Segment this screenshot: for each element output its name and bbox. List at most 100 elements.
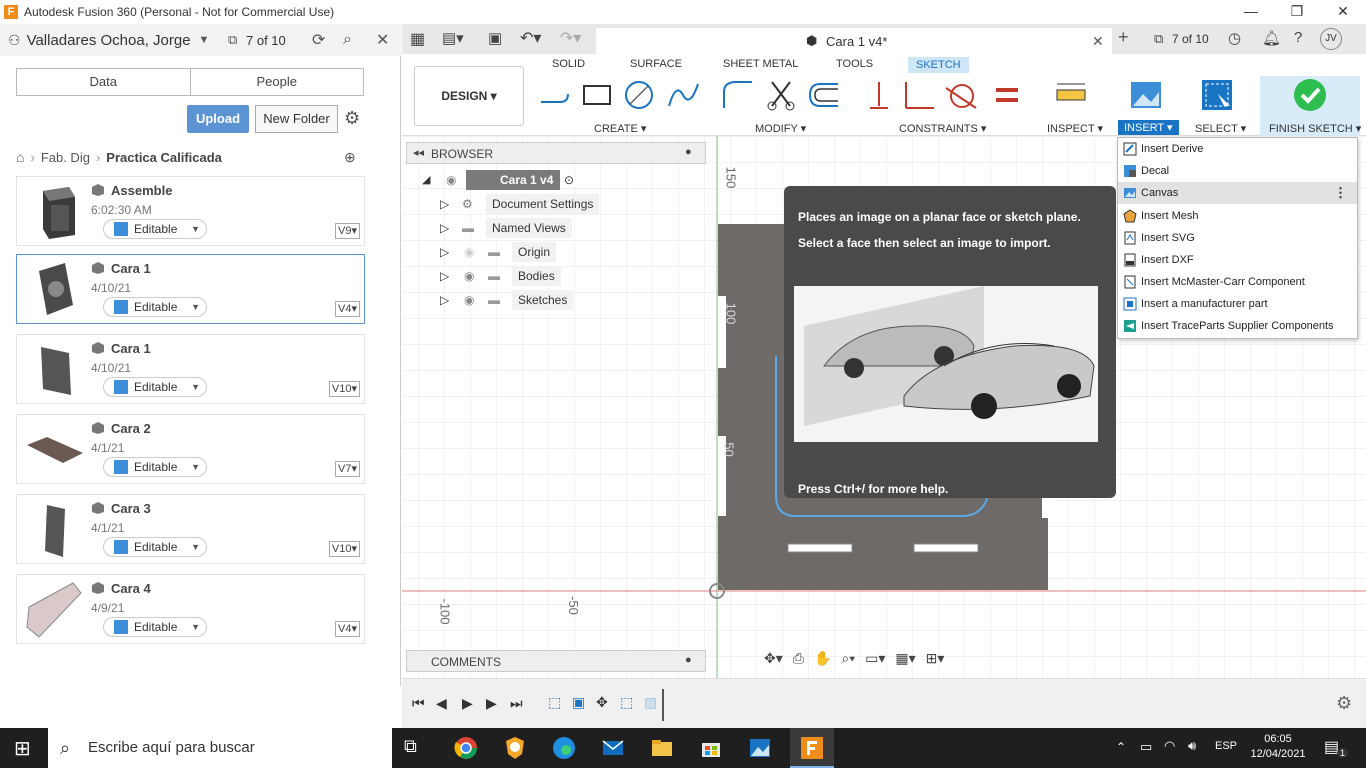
checkmark-icon[interactable] [1293, 78, 1327, 112]
minus-icon[interactable]: ● [685, 146, 692, 158]
breadcrumb-project[interactable]: Fab. Dig [41, 150, 90, 165]
jobs-icon[interactable]: ⧉ [1154, 31, 1163, 47]
gear-icon[interactable]: ⚙ [344, 108, 364, 128]
edge-icon[interactable] [552, 736, 576, 760]
file-explorer-icon[interactable] [650, 736, 674, 760]
zoom-icon[interactable]: ⌕▾ [841, 650, 855, 672]
bell-icon[interactable]: 🔔︎ [1262, 29, 1281, 47]
version-badge[interactable]: V10▾ [328, 381, 360, 397]
grid-menu-icon[interactable]: ▦ [410, 29, 425, 49]
windows-start-icon[interactable]: ⊞ [14, 736, 31, 761]
file-card[interactable]: Cara 2 4/1/21 Editable ▼ V7▾ [16, 414, 365, 484]
chevron-up-icon[interactable]: ⌃ [1116, 740, 1126, 754]
timeline-feature-icon[interactable]: ✥ [596, 694, 608, 711]
eye-icon[interactable]: ◉ [464, 290, 474, 310]
rectangle-tool-icon[interactable] [580, 78, 614, 112]
volume-icon[interactable]: 🔊︎ [1188, 738, 1196, 754]
jobs-icon[interactable]: ⧉ [228, 32, 237, 48]
version-badge[interactable]: V4▾ [335, 301, 360, 317]
chevron-down-icon[interactable]: ▼ [199, 34, 210, 46]
group-modify[interactable]: MODIFY ▾ [755, 122, 806, 135]
network-icon[interactable]: ▭ [1140, 739, 1152, 755]
clock-icon[interactable]: ◷ [1228, 29, 1241, 47]
file-name[interactable]: Cara 1 [111, 261, 151, 276]
eye-icon[interactable]: ◉ [464, 266, 474, 286]
group-constraints[interactable]: CONSTRAINTS ▾ [899, 122, 986, 135]
help-icon[interactable]: ? [1294, 29, 1302, 46]
new-folder-button[interactable]: New Folder [255, 105, 338, 133]
chrome-icon[interactable] [454, 736, 478, 760]
wifi-icon[interactable]: ◠ [1164, 738, 1175, 754]
timeline-feature-icon[interactable]: ⬚ [548, 694, 561, 711]
fillet-tool-icon[interactable] [720, 78, 754, 112]
browser-item-named-views[interactable]: Named Views [486, 218, 572, 238]
globe-icon[interactable]: ⊕ [344, 149, 356, 166]
menu-item-insert-mcmaster[interactable]: Insert McMaster-Carr Component [1118, 271, 1357, 293]
expand-icon[interactable]: ▷ [440, 242, 449, 262]
plus-icon[interactable]: ● [685, 654, 692, 666]
go-to-end-icon[interactable]: ⏭ [510, 695, 523, 712]
file-name[interactable]: Cara 2 [111, 421, 151, 436]
expand-icon[interactable]: ▷ [440, 218, 449, 238]
measure-icon[interactable] [1054, 78, 1088, 112]
job-count[interactable]: 7 of 10 [246, 33, 286, 48]
fusion-360-icon[interactable] [800, 736, 824, 760]
trim-tool-icon[interactable] [764, 78, 798, 112]
home-icon[interactable]: ⌂ [16, 149, 24, 165]
collapse-icon[interactable]: ◂◂ [413, 146, 424, 159]
tab-surface[interactable]: SURFACE [630, 58, 682, 70]
group-insert[interactable]: INSERT ▾ [1118, 120, 1179, 135]
menu-item-decal[interactable]: Decal [1118, 160, 1357, 182]
eye-hidden-icon[interactable]: ◉ [464, 242, 474, 262]
user-name[interactable]: Valladares Ochoa, Jorge [27, 32, 191, 49]
pan-icon[interactable]: ✋ [814, 650, 831, 672]
activate-radio-icon[interactable]: ⊙ [564, 170, 574, 190]
offset-tool-icon[interactable] [806, 78, 840, 112]
menu-item-insert-dxf[interactable]: Insert DXF [1118, 249, 1357, 271]
browser-item-sketches[interactable]: Sketches [512, 290, 574, 310]
file-name[interactable]: Cara 1 [111, 341, 151, 356]
mail-icon[interactable] [601, 736, 625, 760]
browser-header[interactable]: ◂◂ BROWSER ● [406, 142, 706, 164]
select-icon[interactable] [1200, 78, 1234, 112]
tab-sheet-metal[interactable]: SHEET METAL [723, 58, 798, 70]
upload-button[interactable]: Upload [187, 105, 249, 133]
expand-icon[interactable]: ▷ [440, 266, 449, 286]
step-back-icon[interactable]: ◀ [436, 695, 447, 712]
system-clock[interactable]: 06:05 12/04/2021 [1246, 732, 1310, 762]
more-options-icon[interactable]: ⋮ [1334, 182, 1347, 204]
comments-panel[interactable]: COMMENTS ● [406, 650, 706, 672]
browser-item-origin[interactable]: Origin [512, 242, 557, 262]
menu-item-insert-derive[interactable]: Insert Derive [1118, 138, 1357, 160]
workspace-dropdown[interactable]: DESIGN ▾ [414, 66, 524, 126]
file-card[interactable]: Cara 1 4/10/21 Editable ▼ V10▾ [16, 334, 365, 404]
tangent-constraint-icon[interactable] [944, 78, 978, 112]
file-name[interactable]: Cara 4 [111, 581, 151, 596]
browser-item-bodies[interactable]: Bodies [512, 266, 561, 286]
coincident-constraint-icon[interactable] [862, 78, 896, 112]
version-badge[interactable]: V9▾ [335, 223, 360, 239]
photos-icon[interactable] [748, 736, 772, 760]
status-dropdown[interactable]: Editable ▼ [103, 617, 207, 637]
status-dropdown[interactable]: Editable ▼ [103, 537, 207, 557]
version-badge[interactable]: V4▾ [335, 621, 360, 637]
version-badge[interactable]: V10▾ [328, 541, 360, 557]
job-count[interactable]: 7 of 10 [1172, 32, 1209, 46]
gear-icon[interactable]: ⚙ [1336, 693, 1352, 714]
orbit-icon[interactable]: ✥▾ [764, 650, 783, 672]
file-card[interactable]: Cara 1 4/10/21 Editable ▼ V4▾ [16, 254, 365, 324]
browser-root[interactable]: Cara 1 v4 [466, 170, 560, 190]
file-card[interactable]: Cara 4 4/9/21 Editable ▼ V4▾ [16, 574, 365, 644]
menu-item-insert-manufacturer-part[interactable]: Insert a manufacturer part [1118, 293, 1357, 315]
status-dropdown[interactable]: Editable ▼ [103, 219, 207, 239]
menu-item-insert-mesh[interactable]: Insert Mesh [1118, 205, 1357, 227]
document-tab[interactable]: ⬢ Cara 1 v4* ✕ [596, 28, 1112, 54]
file-card[interactable]: Cara 3 4/1/21 Editable ▼ V10▾ [16, 494, 365, 564]
store-icon[interactable] [699, 736, 723, 760]
status-dropdown[interactable]: Editable ▼ [103, 297, 207, 317]
task-view-icon[interactable]: ⧉ [404, 736, 428, 760]
redo-icon[interactable]: ↷▾ [560, 28, 581, 48]
brave-icon[interactable] [503, 736, 527, 760]
menu-item-insert-svg[interactable]: Insert SVG [1118, 227, 1357, 249]
go-to-start-icon[interactable]: ⏮ [412, 695, 425, 712]
